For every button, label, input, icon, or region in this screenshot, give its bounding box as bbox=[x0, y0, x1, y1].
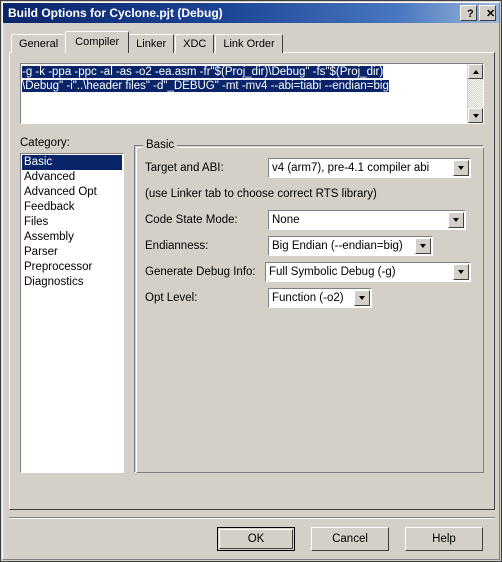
target-abi-label: Target and ABI: bbox=[145, 162, 224, 174]
chevron-down-icon[interactable] bbox=[354, 290, 370, 306]
endianness-label: Endianness: bbox=[145, 240, 209, 252]
chevron-down-icon[interactable] bbox=[453, 160, 469, 176]
tab-linker[interactable]: Linker bbox=[128, 34, 175, 53]
tab-strip: General Compiler Linker XDC Link Order bbox=[11, 31, 284, 53]
category-item-assembly[interactable]: Assembly bbox=[22, 230, 122, 245]
opt-level-label-wrap: Opt Level: bbox=[145, 288, 197, 308]
tab-compiler[interactable]: Compiler bbox=[65, 31, 130, 53]
command-line-text-2: \Debug" -i"..\header files" -d"_DEBUG" -… bbox=[22, 80, 389, 92]
generate-debug-info-combobox[interactable]: Full Symbolic Debug (-g) bbox=[265, 262, 471, 282]
category-item-parser[interactable]: Parser bbox=[22, 245, 122, 260]
tab-general[interactable]: General bbox=[11, 34, 67, 53]
generate-debug-info-value: Full Symbolic Debug (-g) bbox=[269, 266, 396, 278]
command-line-text-1: -g -k -ppa -ppc -al -as -o2 -ea.asm -fr"… bbox=[22, 66, 384, 78]
endianness-combobox[interactable]: Big Endian (--endian=big) bbox=[268, 236, 433, 256]
debug-info-label-wrap: Generate Debug Info: bbox=[145, 262, 256, 282]
cancel-button[interactable]: Cancel bbox=[311, 527, 389, 551]
build-options-dialog: Build Options for Cyclone.pjt (Debug) ? … bbox=[0, 0, 502, 562]
chevron-down-icon[interactable] bbox=[415, 238, 431, 254]
titlebar-buttons: ? ✕ bbox=[460, 5, 496, 21]
code-state-mode-value: None bbox=[272, 214, 300, 226]
generate-debug-info-label: Generate Debug Info: bbox=[145, 266, 256, 278]
compiler-tab-page: -g -k -ppa -ppc -al -as -o2 -ea.asm -fr"… bbox=[9, 52, 495, 510]
close-icon-button[interactable]: ✕ bbox=[479, 5, 496, 21]
command-line-scrollbar[interactable] bbox=[467, 64, 483, 123]
category-item-feedback[interactable]: Feedback bbox=[22, 200, 122, 215]
command-line-row-2: \Debug" -i"..\header files" -d"_DEBUG" -… bbox=[22, 79, 467, 93]
rts-library-note: (use Linker tab to choose correct RTS li… bbox=[145, 188, 377, 200]
category-item-advanced[interactable]: Advanced bbox=[22, 170, 122, 185]
chevron-down-icon[interactable] bbox=[448, 212, 464, 228]
titlebar: Build Options for Cyclone.pjt (Debug) ? … bbox=[3, 3, 499, 23]
ok-button-label: OK bbox=[219, 529, 293, 549]
category-item-diagnostics[interactable]: Diagnostics bbox=[22, 275, 122, 290]
button-bar-separator bbox=[9, 517, 495, 519]
basic-groupbox: Basic Target and ABI: v4 (arm7), pre-4.1… bbox=[134, 139, 484, 473]
scroll-down-icon[interactable] bbox=[468, 108, 483, 123]
opt-level-label: Opt Level: bbox=[145, 292, 198, 304]
endianness-label-wrap: Endianness: bbox=[145, 236, 208, 256]
help-button[interactable]: Help bbox=[405, 527, 483, 551]
category-item-advanced-opt[interactable]: Advanced Opt bbox=[22, 185, 122, 200]
target-abi-label-wrap: Target and ABI: bbox=[145, 158, 224, 178]
command-line-row-1: -g -k -ppa -ppc -al -as -o2 -ea.asm -fr"… bbox=[22, 65, 467, 79]
category-label: Category: bbox=[20, 137, 70, 149]
help-icon-button[interactable]: ? bbox=[460, 5, 477, 21]
code-state-mode-label: Code State Mode: bbox=[145, 214, 238, 226]
target-abi-combobox[interactable]: v4 (arm7), pre-4.1 compiler abi bbox=[268, 158, 471, 178]
code-state-mode-combobox[interactable]: None bbox=[268, 210, 466, 230]
opt-level-combobox[interactable]: Function (-o2) bbox=[268, 288, 372, 308]
scrollbar-track[interactable] bbox=[468, 79, 483, 108]
opt-level-value: Function (-o2) bbox=[272, 292, 344, 304]
command-line-textarea[interactable]: -g -k -ppa -ppc -al -as -o2 -ea.asm -fr"… bbox=[20, 63, 484, 124]
category-item-preprocessor[interactable]: Preprocessor bbox=[22, 260, 122, 275]
tab-xdc[interactable]: XDC bbox=[175, 34, 215, 53]
category-item-files[interactable]: Files bbox=[22, 215, 122, 230]
scroll-up-icon[interactable] bbox=[468, 64, 483, 79]
code-state-label-wrap: Code State Mode: bbox=[145, 210, 238, 230]
command-line-text[interactable]: -g -k -ppa -ppc -al -as -o2 -ea.asm -fr"… bbox=[21, 64, 467, 123]
basic-groupbox-title: Basic bbox=[143, 139, 178, 151]
chevron-down-icon[interactable] bbox=[453, 264, 469, 280]
tab-link-order[interactable]: Link Order bbox=[215, 34, 283, 53]
category-listbox[interactable]: Basic Advanced Advanced Opt Feedback Fil… bbox=[20, 153, 124, 473]
ok-button[interactable]: OK bbox=[217, 527, 295, 551]
target-abi-value: v4 (arm7), pre-4.1 compiler abi bbox=[272, 162, 430, 174]
window-title: Build Options for Cyclone.pjt (Debug) bbox=[8, 6, 223, 20]
category-item-basic[interactable]: Basic bbox=[22, 155, 122, 170]
endianness-value: Big Endian (--endian=big) bbox=[272, 240, 403, 252]
